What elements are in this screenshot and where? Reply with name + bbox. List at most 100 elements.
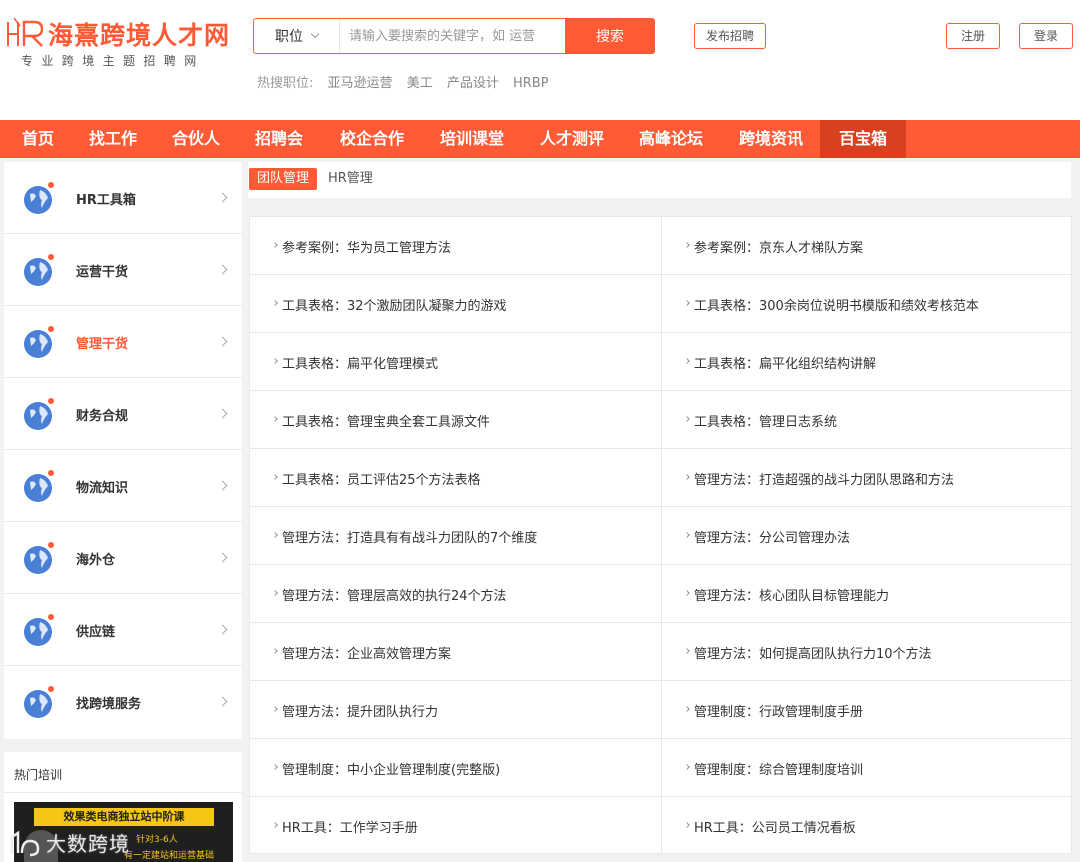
hot-search-item[interactable]: 产品设计 xyxy=(447,76,499,91)
nav-item-news[interactable]: 跨境资讯 xyxy=(731,120,811,158)
nav-item-home[interactable]: 首页 xyxy=(10,120,66,158)
article-link[interactable]: 工具表格：扁平化管理模式 xyxy=(250,333,661,391)
sidebar-menu: HR工具箱 运营干货 管理干货 财务合规 物流知识 海外仓 供应链 找跨境服务 xyxy=(4,162,242,739)
chevron-right-icon xyxy=(217,552,228,563)
chevron-right-icon xyxy=(272,532,278,538)
chevron-right-icon xyxy=(684,590,690,596)
publish-job-button[interactable]: 发布招聘 xyxy=(694,23,766,49)
hot-search-item[interactable]: HRBP xyxy=(513,76,549,91)
watermark-logo-icon xyxy=(10,830,40,856)
nav-item-toolbox[interactable]: 百宝箱 xyxy=(820,120,906,158)
article-link[interactable]: 工具表格：300余岗位说明书模版和绩效考核范本 xyxy=(661,275,1072,333)
chevron-right-icon xyxy=(272,358,278,364)
chevron-right-icon xyxy=(272,300,278,306)
banner-title: 效果类电商独立站中阶课 xyxy=(34,808,214,826)
article-link[interactable]: 工具表格：管理宝典全套工具源文件 xyxy=(250,391,661,449)
search-button[interactable]: 搜索 xyxy=(565,18,655,54)
sidebar-item-hr-toolbox[interactable]: HR工具箱 xyxy=(4,162,242,234)
article-link[interactable]: 管理方法：提升团队执行力 xyxy=(250,681,661,739)
chevron-right-icon xyxy=(272,822,278,828)
chevron-right-icon xyxy=(272,416,278,422)
nav-item-partner[interactable]: 合伙人 xyxy=(165,120,227,158)
sidebar-item-label: 财务合规 xyxy=(76,409,129,424)
article-link[interactable]: 管理方法：管理层高效的执行24个方法 xyxy=(250,565,661,623)
sidebar-item-management[interactable]: 管理干货 xyxy=(4,306,242,378)
globe-icon xyxy=(24,253,55,286)
nav-item-job-fair[interactable]: 招聘会 xyxy=(248,120,310,158)
article-link[interactable]: 管理方法：打造超强的战斗力团队思路和方法 xyxy=(661,449,1072,507)
hot-training-title: 热门培训 xyxy=(14,768,63,782)
sidebar-item-supply-chain[interactable]: 供应链 xyxy=(4,594,242,666)
login-button[interactable]: 登录 xyxy=(1019,23,1073,49)
sidebar-item-finance[interactable]: 财务合规 xyxy=(4,378,242,450)
globe-icon xyxy=(24,685,55,718)
article-link[interactable]: 管理方法：打造具有有战斗力团队的7个维度 xyxy=(250,507,661,565)
article-link[interactable]: HR工具：公司员工情况看板 xyxy=(661,797,1072,855)
article-link[interactable]: 管理制度：行政管理制度手册 xyxy=(661,681,1072,739)
article-link[interactable]: 管理制度：中小企业管理制度(完整版) xyxy=(250,739,661,797)
nav-item-training[interactable]: 培训课堂 xyxy=(432,120,512,158)
sidebar-item-label: 供应链 xyxy=(76,625,116,640)
article-link[interactable]: 工具表格：32个激励团队凝聚力的游戏 xyxy=(250,275,661,333)
chevron-right-icon xyxy=(217,264,228,275)
main-nav: 首页 找工作 合伙人 招聘会 校企合作 培训课堂 人才测评 高峰论坛 跨境资讯 … xyxy=(0,120,1080,158)
sidebar-item-logistics[interactable]: 物流知识 xyxy=(4,450,242,522)
chevron-right-icon xyxy=(684,358,690,364)
chevron-right-icon xyxy=(684,764,690,770)
article-grid: 参考案例：华为员工管理方法 参考案例：京东人才梯队方案 工具表格：32个激励团队… xyxy=(249,216,1072,855)
globe-icon xyxy=(24,469,55,502)
site-header: 海熹跨境人才网 专业跨境主题招聘网 职位 搜索 热搜职位: 亚马逊运营 美工 产… xyxy=(0,0,1080,120)
article-link[interactable]: 管理制度：综合管理制度培训 xyxy=(661,739,1072,797)
chevron-right-icon xyxy=(217,624,228,635)
article-link[interactable]: 管理方法：企业高效管理方案 xyxy=(250,623,661,681)
chevron-right-icon xyxy=(684,648,690,654)
hot-search-item[interactable]: 亚马逊运营 xyxy=(328,76,393,91)
watermark-text: 大数跨境 xyxy=(46,832,130,856)
chevron-right-icon xyxy=(217,336,228,347)
nav-item-forum[interactable]: 高峰论坛 xyxy=(631,120,711,158)
sidebar-item-label: 运营干货 xyxy=(76,265,129,280)
article-link[interactable]: 工具表格：扁平化组织结构讲解 xyxy=(661,333,1072,391)
hr-logo-icon xyxy=(7,17,44,47)
sidebar-item-overseas-warehouse[interactable]: 海外仓 xyxy=(4,522,242,594)
search-type-dropdown[interactable]: 职位 xyxy=(254,19,340,53)
nav-item-jobs[interactable]: 找工作 xyxy=(82,120,144,158)
article-link[interactable]: 管理方法：如何提高团队执行力10个方法 xyxy=(661,623,1072,681)
chevron-right-icon xyxy=(272,242,278,248)
chevron-right-icon xyxy=(217,192,228,203)
sidebar-item-label: HR工具箱 xyxy=(76,193,136,208)
globe-icon xyxy=(24,181,55,214)
sidebar-item-operations[interactable]: 运营干货 xyxy=(4,234,242,306)
chevron-right-icon xyxy=(272,764,278,770)
site-logo[interactable]: 海熹跨境人才网 专业跨境主题招聘网 xyxy=(4,14,240,74)
search-input[interactable] xyxy=(341,19,565,53)
tab-team-management[interactable]: 团队管理 xyxy=(249,168,318,190)
register-button[interactable]: 注册 xyxy=(946,23,1000,49)
chevron-right-icon xyxy=(272,590,278,596)
article-link[interactable]: 工具表格：管理日志系统 xyxy=(661,391,1072,449)
search-type-label: 职位 xyxy=(275,29,303,45)
sidebar-item-label: 找跨境服务 xyxy=(76,697,142,712)
article-link[interactable]: 参考案例：京东人才梯队方案 xyxy=(661,217,1072,275)
article-link[interactable]: 管理方法：核心团队目标管理能力 xyxy=(661,565,1072,623)
globe-icon xyxy=(24,613,55,646)
article-link[interactable]: HR工具：工作学习手册 xyxy=(250,797,661,855)
hot-search-item[interactable]: 美工 xyxy=(407,76,433,91)
tab-hr-management[interactable]: HR管理 xyxy=(320,168,381,190)
chevron-right-icon xyxy=(684,474,690,480)
nav-item-assessment[interactable]: 人才测评 xyxy=(532,120,612,158)
article-link[interactable]: 管理方法：分公司管理办法 xyxy=(661,507,1072,565)
nav-item-school-enterprise[interactable]: 校企合作 xyxy=(332,120,412,158)
hot-search: 热搜职位: 亚马逊运营 美工 产品设计 HRBP xyxy=(257,72,559,91)
sidebar-item-label: 管理干货 xyxy=(76,337,129,352)
divider xyxy=(4,792,242,793)
chevron-right-icon xyxy=(217,480,228,491)
sidebar-item-label: 海外仓 xyxy=(76,553,116,568)
article-link[interactable]: 工具表格：员工评估25个方法表格 xyxy=(250,449,661,507)
chevron-down-icon xyxy=(310,29,320,39)
sidebar-item-label: 物流知识 xyxy=(76,481,129,496)
sidebar-item-services[interactable]: 找跨境服务 xyxy=(4,666,242,738)
chevron-right-icon xyxy=(684,242,690,248)
category-tabs: 团队管理 HR管理 xyxy=(248,162,1071,198)
article-link[interactable]: 参考案例：华为员工管理方法 xyxy=(250,217,661,275)
